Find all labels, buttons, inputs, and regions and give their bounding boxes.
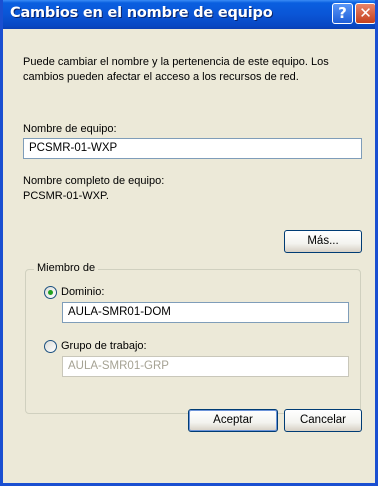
full-name-label: Nombre completo de equipo:	[23, 175, 165, 187]
dialog-title: Cambios en el nombre de equipo	[10, 5, 273, 21]
workgroup-label[interactable]: Grupo de trabajo:	[61, 340, 147, 352]
domain-radio[interactable]	[44, 286, 57, 299]
title-bar[interactable]: Cambios en el nombre de equipo ? ✕	[3, 0, 375, 29]
full-name-value: PCSMR-01-WXP.	[23, 190, 109, 202]
dialog-window: Cambios en el nombre de equipo ? ✕ Puede…	[0, 0, 378, 486]
help-button[interactable]: ?	[332, 3, 353, 24]
close-button[interactable]: ✕	[355, 3, 375, 24]
computer-name-label: Nombre de equipo:	[23, 123, 117, 135]
computer-name-input[interactable]: PCSMR-01-WXP	[23, 138, 362, 159]
description-text: Puede cambiar el nombre y la pertenencia…	[23, 56, 329, 83]
close-icon: ✕	[359, 4, 372, 22]
member-of-legend: Miembro de	[34, 262, 99, 274]
radio-selected-dot	[48, 290, 53, 295]
cancel-button[interactable]: Cancelar	[284, 409, 362, 432]
workgroup-radio[interactable]	[44, 340, 57, 353]
dialog-body: Puede cambiar el nombre y la pertenencia…	[3, 29, 375, 483]
workgroup-input: AULA-SMR01-GRP	[62, 356, 349, 377]
domain-label[interactable]: Dominio:	[61, 286, 104, 298]
help-icon: ?	[338, 4, 347, 22]
domain-input[interactable]: AULA-SMR01-DOM	[62, 302, 349, 323]
more-button[interactable]: Más...	[284, 230, 362, 253]
ok-button[interactable]: Aceptar	[188, 409, 278, 432]
